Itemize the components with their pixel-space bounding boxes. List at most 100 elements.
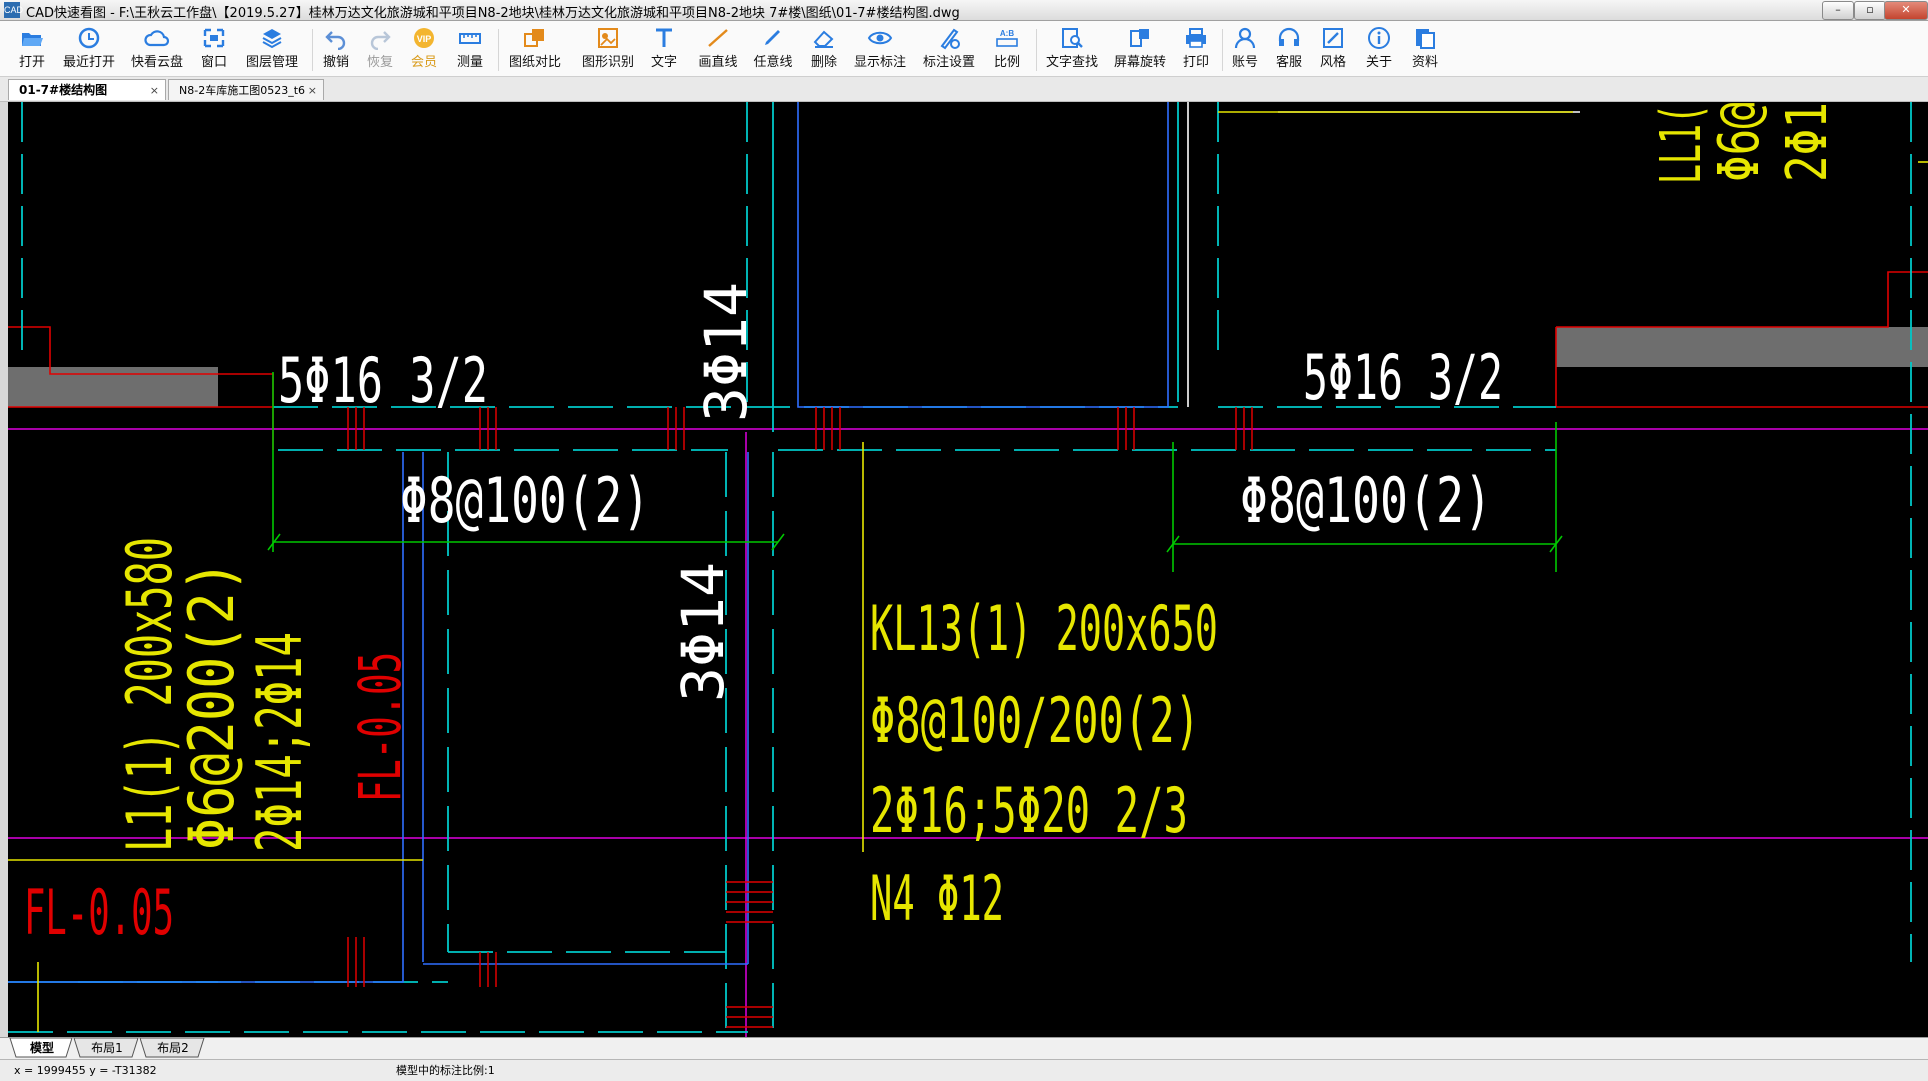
fl-label-vertical: FL-0.05	[346, 652, 414, 802]
cad-annotations: 5Φ16 3/2 5Φ16 3/2 3Φ14 3Φ14 Φ8@100(2) Φ8…	[24, 102, 1840, 949]
toolbar-separator	[1036, 29, 1037, 71]
minimize-button[interactable]: –	[1822, 1, 1854, 20]
folder-open-icon	[19, 26, 45, 50]
clock-icon	[76, 26, 102, 50]
delete-button[interactable]: 删除	[806, 23, 842, 74]
vip-icon: VIP	[411, 26, 437, 50]
screen-rotate-button[interactable]: 屏幕旋转	[1112, 23, 1168, 74]
main-toolbar: 打开 最近打开 快看云盘 窗口 图层管理 撤销 恢复 VIP 会员 测量 图纸对…	[0, 21, 1928, 77]
top-right-partial-text-1: LL1(	[1649, 104, 1714, 184]
tab-model[interactable]: 模型	[14, 1038, 70, 1058]
vip-button[interactable]: VIP 会员	[406, 23, 442, 74]
drawing-canvas[interactable]: 5Φ16 3/2 5Φ16 3/2 3Φ14 3Φ14 Φ8@100(2) Φ8…	[8, 102, 1928, 1037]
style-icon	[1320, 26, 1346, 50]
window-icon	[201, 26, 227, 50]
stirrup-left-label: Φ8@100(2)	[400, 464, 650, 537]
tab-layout2[interactable]: 布局2	[144, 1038, 202, 1058]
info-icon	[1366, 26, 1392, 50]
l1-label-line2: Φ6@200(2)	[175, 560, 248, 850]
maximize-button[interactable]: ▫	[1854, 1, 1886, 20]
l1-label-line3: 2Φ14;2Φ14	[243, 632, 316, 852]
top-right-partial-text-3: 2Φ1	[1775, 102, 1840, 182]
documents-icon	[1412, 26, 1438, 50]
resources-button[interactable]: 资料	[1408, 23, 1442, 74]
eye-icon	[867, 26, 893, 50]
document-tab-bar: 01-7#楼结构图 × N8-2车库施工图0523_t6 ×	[0, 77, 1928, 102]
ruler-icon	[457, 26, 483, 50]
title-bar: CAD CAD快速看图 - F:\王秋云工作盘\【2019.5.27】桂林万达文…	[0, 0, 1928, 21]
customer-service-button[interactable]: 客服	[1272, 23, 1306, 74]
kl13-label-line4: N4 Φ12	[870, 862, 1004, 935]
pencil-icon	[760, 26, 786, 50]
left-edge-panel	[0, 102, 8, 1042]
fl-label-horizontal: FL-0.05	[24, 876, 174, 949]
printer-icon	[1183, 26, 1209, 50]
toolbar-separator	[1222, 29, 1223, 71]
print-button[interactable]: 打印	[1180, 23, 1212, 74]
toolbar-separator	[498, 29, 499, 71]
svg-text:VIP: VIP	[417, 34, 432, 44]
about-button[interactable]: 关于	[1362, 23, 1396, 74]
annotation-scale-status: 模型中的标注比例:1	[396, 1064, 495, 1077]
shape-recognition-button[interactable]: 图形识别	[580, 23, 636, 74]
coordinate-readout: x = 1999455 y = -T31382	[14, 1064, 157, 1077]
top-right-partial-text-2: Φ6@	[1707, 102, 1772, 182]
undo-icon	[323, 26, 349, 51]
user-icon	[1232, 26, 1258, 50]
kl13-label-line1: KL13(1) 200x650	[870, 592, 1218, 665]
draw-line-button[interactable]: 画直线	[696, 23, 740, 74]
freehand-line-button[interactable]: 任意线	[752, 23, 794, 74]
cloud-disk-button[interactable]: 快看云盘	[130, 23, 184, 74]
svg-text:A:B: A:B	[1000, 29, 1014, 38]
scale-icon: A:B	[994, 26, 1020, 50]
close-tab-icon[interactable]: ×	[308, 80, 317, 101]
vertical-3phi14-upper: 3Φ14	[692, 282, 760, 422]
top-right-rebar-label: 5Φ16 3/2	[1303, 341, 1503, 414]
eraser-icon	[811, 26, 837, 50]
status-bar: x = 1999455 y = -T31382 模型中的标注比例:1	[0, 1059, 1928, 1081]
kl13-label-line3: 2Φ16;5Φ20 2/3	[870, 774, 1188, 847]
show-annotations-button[interactable]: 显示标注	[852, 23, 908, 74]
close-button[interactable]: ✕	[1884, 1, 1928, 20]
window-button[interactable]: 窗口	[196, 23, 232, 74]
cad-drawing[interactable]: 5Φ16 3/2 5Φ16 3/2 3Φ14 3Φ14 Φ8@100(2) Φ8…	[8, 102, 1928, 1037]
layout-tab-bar: 模型 布局1 布局2	[0, 1037, 1928, 1060]
close-tab-icon[interactable]: ×	[150, 80, 159, 101]
app-icon: CAD	[4, 2, 23, 18]
kl13-label-line2: Φ8@100/200(2)	[870, 684, 1200, 757]
open-button[interactable]: 打开	[12, 23, 52, 74]
annotation-settings-icon	[936, 26, 962, 50]
window-title: CAD快速看图 - F:\王秋云工作盘\【2019.5.27】桂林万达文化旅游城…	[26, 6, 960, 21]
tab-label: 01-7#楼结构图	[19, 83, 108, 97]
scale-button[interactable]: A:B 比例	[990, 23, 1024, 74]
tab-01-7-structure[interactable]: 01-7#楼结构图 ×	[8, 79, 166, 100]
measure-button[interactable]: 测量	[452, 23, 488, 74]
recent-open-button[interactable]: 最近打开	[60, 23, 118, 74]
drawing-compare-button[interactable]: 图纸对比	[506, 23, 564, 74]
redo-button[interactable]: 恢复	[362, 23, 398, 74]
text-button[interactable]: 文字	[648, 23, 680, 74]
text-search-button[interactable]: 文字查找	[1044, 23, 1100, 74]
tab-label: N8-2车库施工图0523_t6	[179, 84, 306, 97]
line-icon	[705, 26, 731, 50]
compare-icon	[522, 26, 548, 50]
style-button[interactable]: 风格	[1316, 23, 1350, 74]
redo-icon	[367, 26, 393, 51]
stirrup-right-label: Φ8@100(2)	[1240, 464, 1492, 537]
toolbar-separator	[312, 29, 313, 71]
text-icon	[651, 26, 677, 50]
recognize-icon	[595, 26, 621, 50]
tab-n8-2-garage[interactable]: N8-2车库施工图0523_t6 ×	[168, 79, 324, 100]
layers-icon	[259, 26, 285, 50]
annotation-settings-button[interactable]: 标注设置	[920, 23, 978, 74]
headset-icon	[1276, 26, 1302, 50]
top-left-rebar-label: 5Φ16 3/2	[278, 344, 488, 417]
layer-manager-button[interactable]: 图层管理	[244, 23, 300, 74]
slab-hatch-right	[1556, 327, 1928, 367]
cloud-icon	[144, 26, 170, 50]
slab-hatch-left	[8, 327, 218, 407]
tab-layout1[interactable]: 布局1	[78, 1038, 136, 1058]
undo-button[interactable]: 撤销	[318, 23, 354, 74]
account-button[interactable]: 账号	[1228, 23, 1262, 74]
rotate-screen-icon	[1127, 26, 1153, 50]
